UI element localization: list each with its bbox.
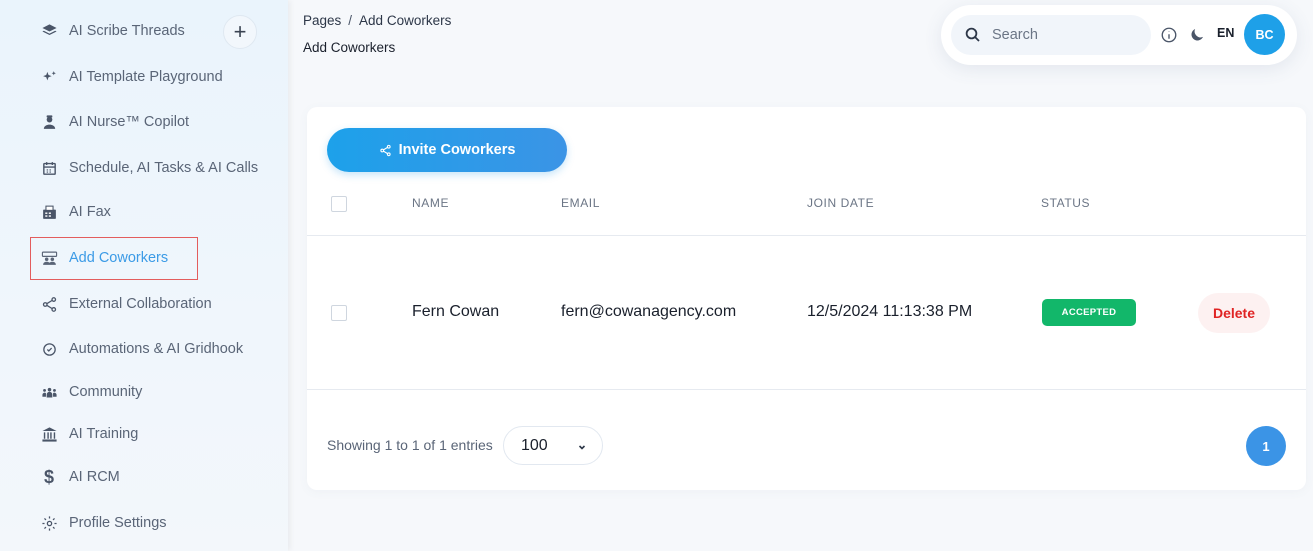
sidebar-item-ai-nurse-copilot[interactable]: AI Nurse™ Copilot bbox=[38, 107, 189, 137]
avatar[interactable]: BC bbox=[1244, 14, 1285, 55]
sidebar-item-label: Schedule, AI Tasks & AI Calls bbox=[69, 160, 259, 176]
share-icon bbox=[38, 293, 60, 315]
sidebar-item-external-collaboration[interactable]: External Collaboration bbox=[38, 289, 212, 319]
sidebar-item-automations[interactable]: Automations & AI Gridhook bbox=[38, 334, 243, 364]
breadcrumb-root[interactable]: Pages bbox=[303, 13, 341, 28]
sidebar-item-label: AI Scribe Threads bbox=[69, 23, 185, 39]
sidebar-item-label: AI Template Playground bbox=[69, 69, 223, 85]
sidebar-item-community[interactable]: Community bbox=[38, 377, 142, 407]
select-all-checkbox[interactable] bbox=[331, 196, 347, 212]
status-badge: ACCEPTED bbox=[1042, 299, 1136, 326]
sidebar-item-label: AI Fax bbox=[69, 204, 111, 220]
chevron-down-icon bbox=[577, 439, 587, 450]
column-header-email[interactable]: EMAIL bbox=[561, 196, 600, 210]
sidebar-item-label: Profile Settings bbox=[69, 515, 167, 531]
page-title: Add Coworkers bbox=[303, 40, 396, 55]
per-page-select[interactable]: 100 bbox=[503, 426, 603, 465]
divider bbox=[307, 389, 1306, 390]
cell-name: Fern Cowan bbox=[412, 303, 500, 320]
sidebar-item-ai-rcm[interactable]: $ AI RCM bbox=[38, 462, 120, 492]
row-checkbox[interactable] bbox=[331, 305, 347, 321]
calendar-icon bbox=[38, 157, 60, 179]
dollar-icon: $ bbox=[43, 466, 54, 487]
column-header-join-date[interactable]: JOIN DATE bbox=[807, 196, 874, 210]
cell-join-date: 12/5/2024 11:13:38 PM bbox=[807, 303, 973, 320]
breadcrumb: Pages / Add Coworkers bbox=[303, 13, 451, 28]
delete-button[interactable]: Delete bbox=[1198, 293, 1270, 333]
column-header-status[interactable]: STATUS bbox=[1041, 196, 1090, 210]
community-icon bbox=[38, 381, 60, 403]
coworkers-icon bbox=[38, 247, 60, 269]
sidebar-item-ai-template-playground[interactable]: AI Template Playground bbox=[38, 62, 223, 92]
sidebar: AI Scribe Threads + AI Template Playgrou… bbox=[0, 0, 288, 551]
sidebar-item-label: Add Coworkers bbox=[69, 250, 169, 266]
breadcrumb-current: Add Coworkers bbox=[359, 13, 452, 28]
sidebar-item-label: AI RCM bbox=[69, 469, 120, 485]
automation-icon bbox=[38, 338, 60, 360]
entries-summary: Showing 1 to 1 of 1 entries bbox=[327, 437, 493, 453]
fax-icon bbox=[38, 201, 60, 223]
search-icon bbox=[964, 26, 982, 44]
info-icon[interactable] bbox=[1160, 26, 1178, 44]
sidebar-item-add-coworkers[interactable]: Add Coworkers bbox=[38, 243, 168, 273]
layers-icon bbox=[38, 20, 60, 42]
sidebar-item-label: Automations & AI Gridhook bbox=[69, 341, 244, 357]
sidebar-item-label: Community bbox=[69, 384, 143, 400]
search-box[interactable] bbox=[951, 15, 1151, 55]
sidebar-item-ai-training[interactable]: AI Training bbox=[38, 419, 138, 449]
coworkers-card: Invite Coworkers NAME EMAIL JOIN DATE ST… bbox=[307, 107, 1306, 490]
sidebar-item-profile-settings[interactable]: Profile Settings bbox=[38, 508, 167, 538]
sparkles-icon bbox=[38, 66, 60, 88]
column-header-name[interactable]: NAME bbox=[412, 196, 449, 210]
share-icon bbox=[379, 144, 391, 156]
cell-email: fern@cowanagency.com bbox=[561, 303, 737, 320]
breadcrumb-separator: / bbox=[348, 13, 353, 28]
gear-icon bbox=[38, 512, 60, 534]
sidebar-item-label: External Collaboration bbox=[69, 296, 212, 312]
search-input[interactable] bbox=[992, 27, 1132, 43]
pagination-page-1[interactable]: 1 bbox=[1246, 426, 1286, 466]
bank-icon bbox=[38, 423, 60, 445]
sidebar-item-label: AI Nurse™ Copilot bbox=[69, 114, 190, 130]
moon-icon[interactable] bbox=[1188, 26, 1206, 44]
add-thread-button[interactable]: + bbox=[223, 15, 257, 49]
sidebar-item-ai-fax[interactable]: AI Fax bbox=[38, 197, 111, 227]
per-page-value: 100 bbox=[521, 436, 548, 454]
sidebar-item-ai-scribe-threads[interactable]: AI Scribe Threads bbox=[38, 16, 185, 46]
sidebar-item-label: AI Training bbox=[69, 426, 139, 442]
nurse-icon bbox=[38, 111, 60, 133]
invite-coworkers-button[interactable]: Invite Coworkers bbox=[327, 128, 567, 172]
topbar: EN BC bbox=[941, 5, 1297, 65]
invite-label: Invite Coworkers bbox=[398, 142, 516, 158]
language-selector[interactable]: EN bbox=[1217, 26, 1234, 40]
divider bbox=[307, 235, 1306, 236]
sidebar-item-schedule[interactable]: Schedule, AI Tasks & AI Calls bbox=[38, 153, 258, 183]
